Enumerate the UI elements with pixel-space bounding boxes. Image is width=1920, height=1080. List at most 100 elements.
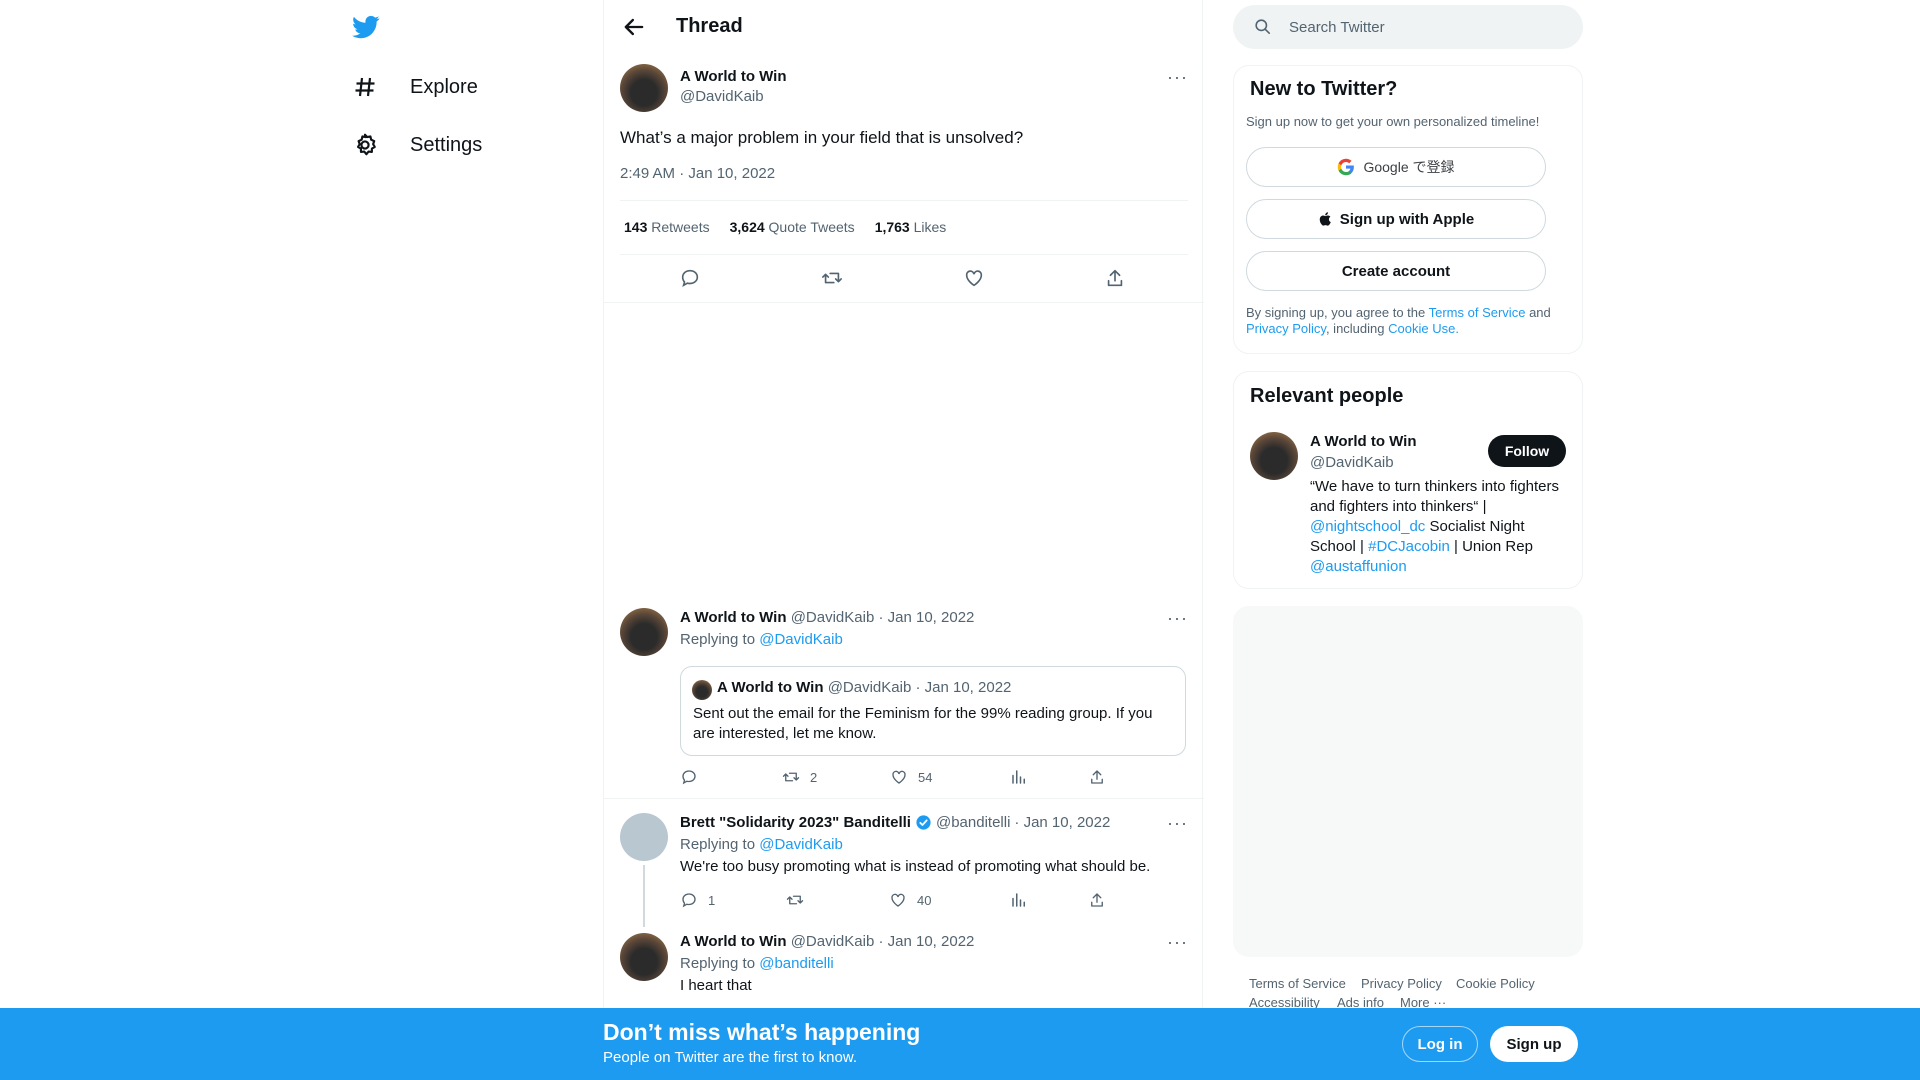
likes-stat[interactable]: 1,763 Likes	[875, 219, 947, 235]
like-count: 54	[918, 769, 933, 785]
share-action[interactable]	[1088, 768, 1106, 786]
bio-link-nightschool[interactable]: @nightschool_dc	[1310, 518, 1425, 535]
author-handle[interactable]: @DavidKaib	[680, 88, 764, 105]
reply-author-name[interactable]: A World to Win	[680, 933, 787, 950]
apple-signup-button[interactable]: Sign up with Apple	[1246, 199, 1546, 239]
analytics-action[interactable]	[1010, 768, 1028, 786]
reply-icon[interactable]	[679, 267, 701, 289]
share-icon	[1088, 768, 1106, 786]
reply-date[interactable]: · Jan 10, 2022	[878, 933, 974, 950]
reply-text: I heart that	[680, 977, 752, 994]
tweet-text: What’s a major problem in your field tha…	[620, 128, 1024, 147]
reply-author-handle[interactable]: @DavidKaib	[791, 609, 875, 626]
footer-link-cookie[interactable]: Cookie Policy	[1456, 976, 1535, 991]
replying-to: Replying to @DavidKaib	[680, 631, 843, 648]
replying-to-link[interactable]: @DavidKaib	[759, 631, 843, 648]
avatar	[692, 680, 712, 700]
reply-action[interactable]: 1	[680, 891, 715, 909]
terms-link[interactable]: Terms of Service	[1429, 305, 1526, 320]
more-options-icon[interactable]: ···	[1167, 933, 1188, 951]
tweet-stats: 143 Retweets 3,624 Quote Tweets 1,763 Li…	[624, 219, 946, 235]
signup-prompt-bar: Don’t miss what’s happening People on Tw…	[0, 1008, 1920, 1080]
create-account-button[interactable]: Create account	[1246, 251, 1546, 291]
reply-action[interactable]	[680, 768, 698, 786]
replying-to-link[interactable]: @banditelli	[759, 955, 833, 972]
quoted-tweet[interactable]: A World to Win @DavidKaib · Jan 10, 2022…	[680, 666, 1186, 756]
new-to-twitter-card: New to Twitter? Sign up now to get your …	[1233, 65, 1583, 354]
more-options-icon[interactable]: ···	[1167, 68, 1188, 86]
more-options-icon[interactable]: ···	[1167, 609, 1188, 627]
thread-column: Thread A World to Win @DavidKaib ··· Wha…	[603, 0, 1204, 1080]
retweets-stat[interactable]: 143 Retweets	[624, 219, 710, 235]
replying-to-link[interactable]: @DavidKaib	[759, 836, 843, 853]
apple-icon	[1318, 210, 1334, 228]
like-count: 40	[917, 892, 932, 908]
reply-header: A World to Win @DavidKaib · Jan 10, 2022	[680, 933, 974, 950]
footer-link-privacy[interactable]: Privacy Policy	[1361, 976, 1442, 991]
like-icon[interactable]	[963, 267, 985, 289]
apple-signup-label: Sign up with Apple	[1339, 210, 1475, 228]
reply-icon	[680, 768, 698, 786]
like-icon	[889, 891, 907, 909]
back-arrow-icon[interactable]	[620, 13, 648, 41]
more-options-icon[interactable]: ···	[1167, 814, 1188, 832]
avatar[interactable]	[1250, 432, 1298, 480]
retweet-icon	[782, 768, 800, 786]
search-box[interactable]	[1233, 5, 1583, 49]
share-action[interactable]	[1088, 891, 1106, 909]
thread-line	[643, 865, 645, 927]
login-button[interactable]: Log in	[1402, 1026, 1478, 1062]
avatar[interactable]	[620, 933, 668, 981]
bio-text-3: | Union Rep	[1454, 538, 1533, 555]
share-icon	[1088, 891, 1106, 909]
gear-icon	[350, 130, 380, 160]
share-icon[interactable]	[1104, 267, 1126, 289]
person-handle[interactable]: @DavidKaib	[1310, 454, 1394, 471]
follow-button[interactable]: Follow	[1488, 435, 1566, 467]
reply-author-handle[interactable]: @banditelli	[936, 814, 1010, 831]
card-subtitle: Sign up now to get your own personalized…	[1246, 114, 1540, 129]
search-icon	[1253, 17, 1272, 36]
nav-item-explore[interactable]: Explore	[350, 59, 478, 115]
twitter-logo-icon[interactable]	[352, 13, 380, 41]
footer-link-terms[interactable]: Terms of Service	[1249, 976, 1346, 991]
retweet-action[interactable]	[786, 891, 804, 909]
person-name[interactable]: A World to Win	[1310, 433, 1417, 450]
reply-count: 1	[708, 892, 716, 908]
bio-link-austaffunion[interactable]: @austaffunion	[1310, 558, 1407, 575]
retweet-action[interactable]: 2	[782, 768, 817, 786]
avatar[interactable]	[620, 64, 668, 112]
tweet-timestamp[interactable]: 2:49 AM · Jan 10, 2022	[620, 165, 775, 182]
reply-date[interactable]: · Jan 10, 2022	[878, 609, 974, 626]
reply-author-name[interactable]: A World to Win	[680, 609, 787, 626]
like-action[interactable]: 40	[889, 891, 931, 909]
search-input[interactable]	[1289, 5, 1569, 49]
reply-header: A World to Win @DavidKaib · Jan 10, 2022	[680, 609, 974, 626]
google-signup-button[interactable]: Google で登録	[1246, 147, 1546, 187]
like-action[interactable]: 54	[890, 768, 932, 786]
divider	[620, 200, 1188, 201]
cookie-link[interactable]: Cookie Use.	[1388, 321, 1459, 336]
nav-item-settings[interactable]: Settings	[350, 117, 482, 173]
divider	[620, 254, 1188, 255]
author-name[interactable]: A World to Win	[680, 68, 787, 85]
reply-icon	[680, 891, 698, 909]
retweet-icon[interactable]	[821, 267, 843, 289]
signup-legal-text: By signing up, you agree to the Terms of…	[1246, 305, 1571, 337]
divider	[604, 302, 1204, 303]
privacy-link[interactable]: Privacy Policy	[1246, 321, 1326, 336]
quotes-stat[interactable]: 3,624 Quote Tweets	[730, 219, 855, 235]
reply-author-name[interactable]: Brett "Solidarity 2023" Banditelli	[680, 814, 911, 831]
create-account-label: Create account	[1341, 262, 1451, 280]
retweet-count: 2	[810, 769, 818, 785]
quote-header: A World to Win @DavidKaib · Jan 10, 2022	[717, 679, 1011, 696]
signup-button[interactable]: Sign up	[1490, 1026, 1578, 1062]
avatar[interactable]	[620, 813, 668, 861]
page-title: Thread	[676, 15, 743, 37]
replying-prefix: Replying to	[680, 955, 756, 972]
reply-author-handle[interactable]: @DavidKaib	[791, 933, 875, 950]
bio-link-dcjacobin[interactable]: #DCJacobin	[1368, 538, 1450, 555]
analytics-action[interactable]	[1010, 891, 1028, 909]
reply-date[interactable]: · Jan 10, 2022	[1014, 814, 1110, 831]
avatar[interactable]	[620, 608, 668, 656]
